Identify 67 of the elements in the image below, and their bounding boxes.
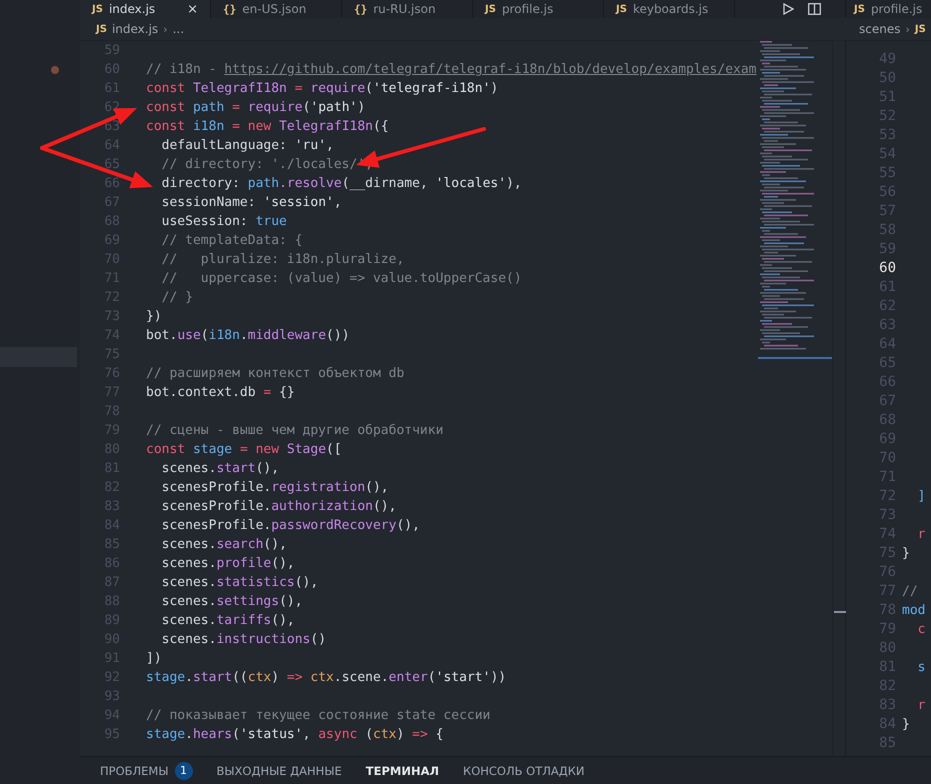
panel-tab[interactable]: ТЕРМИНАЛ bbox=[366, 764, 440, 778]
code-line: const stage = new Stage([ bbox=[146, 441, 343, 459]
file-type-icon: JS bbox=[854, 4, 865, 14]
code-line: defaultLanguage: 'ru', bbox=[160, 137, 335, 155]
code-line: // показывает текущее состояние state сессии bbox=[146, 707, 492, 725]
line-number: 60 bbox=[878, 259, 896, 278]
code-line: scenesProfile.passwordRecovery(), bbox=[160, 517, 421, 535]
code-line: // bbox=[902, 583, 919, 601]
code-line: }) bbox=[146, 308, 163, 326]
code-line: s bbox=[916, 659, 926, 677]
file-type-icon: JS bbox=[92, 4, 103, 14]
code-line: // сцены - выше чем другие обработчики bbox=[146, 422, 444, 440]
close-icon[interactable]: × bbox=[187, 2, 198, 16]
file-type-icon: {} bbox=[223, 2, 236, 16]
code-link[interactable]: https://github.com/telegraf/telegraf-i18n/blob/develop/examples/exam bbox=[224, 62, 756, 77]
count-badge: 1 bbox=[174, 762, 193, 780]
code-line: ] bbox=[916, 488, 926, 506]
scrollbar-marker bbox=[834, 611, 846, 613]
file-type-icon: JS bbox=[914, 24, 926, 34]
code-line: mod bbox=[902, 602, 926, 620]
code-line: const TelegrafI18n = require('telegraf-i18n') bbox=[146, 80, 500, 98]
breadcrumb-item[interactable]: scenes bbox=[859, 22, 900, 36]
code-line: scenesProfile.authorization(), bbox=[160, 498, 398, 516]
panel-tab[interactable]: КОНСОЛЬ ОТЛАДКИ bbox=[463, 764, 585, 778]
code-line: sessionName: 'session', bbox=[160, 194, 343, 212]
code-line: useSession: true bbox=[160, 213, 288, 231]
code-line: const path = require('path') bbox=[146, 99, 366, 117]
code-line: c bbox=[916, 621, 926, 639]
run-icon[interactable] bbox=[782, 3, 794, 15]
code-line: } bbox=[902, 545, 911, 563]
code-line: // расширяем контекст объектом db bbox=[146, 365, 406, 383]
code-line: directory: path.resolve(__dirname, 'locales'), bbox=[160, 175, 523, 193]
file-type-icon: JS bbox=[96, 24, 107, 34]
code-line: scenes.search(), bbox=[160, 536, 288, 554]
code-line: } bbox=[902, 716, 911, 734]
code-line: scenesProfile.registration(), bbox=[160, 479, 390, 497]
chevron-icon: › bbox=[905, 22, 910, 36]
code-line: ]) bbox=[146, 650, 163, 668]
split-editor-icon[interactable] bbox=[808, 3, 821, 15]
code-line: scenes.profile(), bbox=[160, 555, 296, 573]
breadcrumb-item[interactable]: index.js bbox=[112, 22, 158, 36]
code-comment: // i18n - bbox=[146, 62, 218, 77]
code-line: scenes.settings(), bbox=[160, 593, 304, 611]
code-line: stage.start((ctx) => ctx.scene.enter('start')) bbox=[146, 669, 508, 687]
panel-tab[interactable]: ПРОБЛЕМЫ 1 bbox=[100, 762, 193, 780]
file-type-icon: {} bbox=[354, 2, 368, 16]
code-line: scenes.start(), bbox=[160, 460, 280, 478]
breadcrumb-item[interactable]: ... bbox=[172, 22, 184, 36]
code-line: // } bbox=[160, 289, 194, 307]
code-line: scenes.instructions() bbox=[160, 631, 328, 649]
code-line: stage.hears('status', async (ctx) => { bbox=[146, 726, 444, 744]
code-line: r bbox=[916, 526, 926, 544]
code-line: // uppercase: (value) => value.toUpperCase() bbox=[160, 270, 523, 288]
code-line: // pluralize: i18n.pluralize, bbox=[160, 251, 406, 269]
code-line: bot.context.db = {} bbox=[146, 384, 296, 402]
code-line: const i18n = new TelegrafI18n({ bbox=[146, 118, 390, 136]
code-line: // templateData: { bbox=[160, 232, 304, 250]
file-type-icon: JS bbox=[616, 4, 627, 14]
code-line: scenes.tariffs(), bbox=[160, 612, 296, 630]
panel-tab[interactable]: ВЫХОДНЫЕ ДАННЫЕ bbox=[216, 764, 342, 778]
chevron-icon: › bbox=[163, 22, 168, 36]
code-line: // directory: './locales/', bbox=[160, 156, 374, 174]
file-type-icon: JS bbox=[485, 4, 496, 14]
code-line: r bbox=[916, 697, 926, 715]
code-line: scenes.statistics(), bbox=[160, 574, 320, 592]
code-line: bot.use(i18n.middleware()) bbox=[146, 327, 351, 345]
breakpoint-dot bbox=[51, 66, 59, 74]
